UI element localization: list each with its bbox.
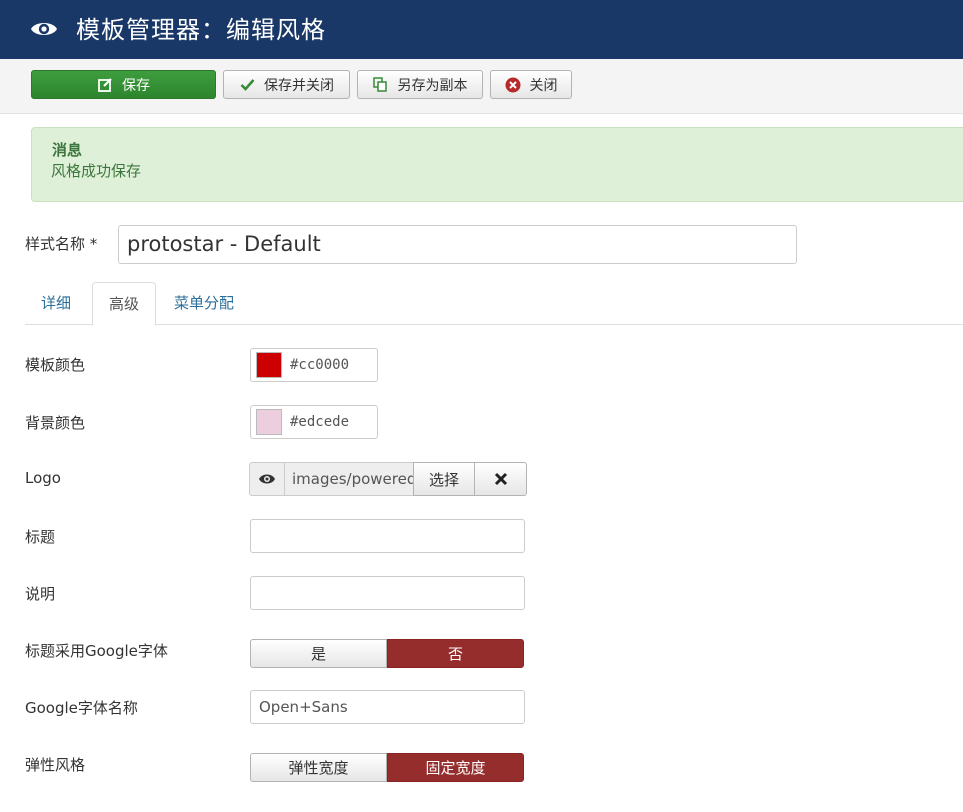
tab-bar: 详细 高级 菜单分配 — [25, 282, 963, 326]
logo-path-input[interactable]: images/powered — [285, 462, 413, 496]
page-header: 模板管理器：编辑风格 — [0, 0, 963, 59]
close-button[interactable]: 关闭 — [490, 70, 572, 99]
preview-eye-icon[interactable] — [249, 462, 285, 496]
save-as-copy-button[interactable]: 另存为副本 — [357, 70, 483, 99]
save-and-close-button[interactable]: 保存并关闭 — [223, 70, 350, 99]
tab-menu-assignment[interactable]: 菜单分配 — [158, 282, 250, 325]
logo-media-field: images/powered 选择 — [249, 462, 527, 496]
description-label: 说明 — [25, 585, 56, 603]
save-as-copy-label: 另存为副本 — [397, 77, 468, 94]
background-color-value: #edcede — [290, 414, 350, 430]
template-color-swatch[interactable] — [256, 352, 282, 378]
save-and-close-label: 保存并关闭 — [264, 77, 334, 94]
template-color-label: 模板颜色 — [25, 356, 86, 374]
background-color-label: 背景颜色 — [25, 414, 86, 432]
logo-select-button[interactable]: 选择 — [413, 462, 475, 496]
fluid-layout-toggle: 弹性宽度 固定宽度 — [250, 753, 524, 782]
google-font-name-input[interactable]: Open+Sans — [250, 690, 525, 724]
check-icon — [239, 77, 255, 93]
save-button[interactable]: 保存 — [31, 70, 216, 99]
close-circle-icon — [505, 77, 521, 93]
google-font-name-label: Google字体名称 — [25, 699, 138, 717]
fluid-width-button[interactable]: 弹性宽度 — [250, 753, 387, 782]
style-name-label: 样式名称 * — [25, 235, 98, 253]
description-input[interactable] — [250, 576, 525, 610]
template-color-picker[interactable]: #cc0000 — [250, 348, 378, 382]
logo-clear-button[interactable] — [475, 462, 527, 496]
copy-icon — [373, 77, 389, 93]
success-message: 消息 风格成功保存 — [31, 127, 963, 202]
page-title: 模板管理器：编辑风格 — [76, 16, 326, 44]
message-heading: 消息 — [52, 141, 83, 159]
eye-icon — [31, 23, 57, 35]
clear-x-icon — [494, 472, 507, 486]
google-font-yes-button[interactable]: 是 — [250, 639, 387, 668]
logo-label: Logo — [25, 469, 61, 487]
message-text: 风格成功保存 — [51, 162, 142, 180]
close-label: 关闭 — [529, 77, 558, 94]
tab-details[interactable]: 详细 — [25, 282, 87, 325]
google-font-label: 标题采用Google字体 — [25, 642, 168, 660]
tab-advanced[interactable]: 高级 — [92, 282, 157, 326]
edit-icon — [97, 77, 113, 93]
template-color-value: #cc0000 — [290, 357, 350, 373]
google-font-toggle: 是 否 — [250, 639, 524, 668]
save-label: 保存 — [122, 77, 150, 94]
background-color-swatch[interactable] — [256, 409, 282, 435]
background-color-picker[interactable]: #edcede — [250, 405, 378, 439]
title-label: 标题 — [25, 528, 56, 546]
google-font-no-button[interactable]: 否 — [387, 639, 524, 668]
title-input[interactable] — [250, 519, 525, 553]
fixed-width-button[interactable]: 固定宽度 — [387, 753, 524, 782]
fluid-layout-label: 弹性风格 — [25, 756, 86, 774]
toolbar: 保存 保存并关闭 另存为副本 关闭 — [0, 59, 963, 114]
style-name-input[interactable]: protostar - Default — [118, 225, 797, 264]
